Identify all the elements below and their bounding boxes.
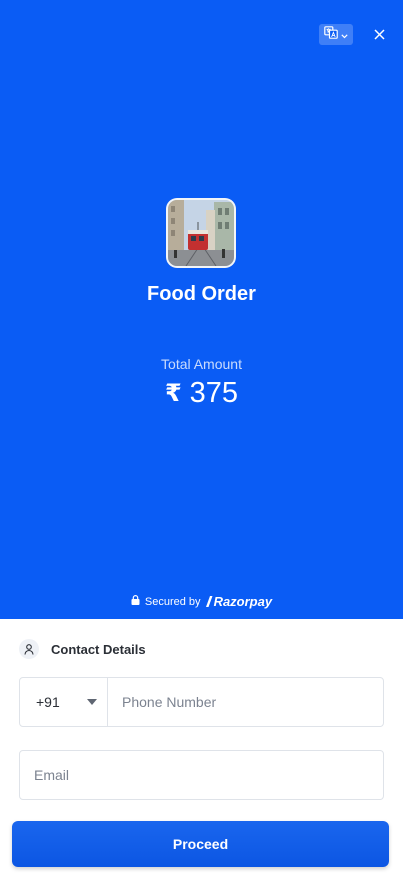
razorpay-logo: Razorpay — [205, 594, 273, 609]
merchant-logo — [166, 198, 236, 268]
language-button[interactable] — [319, 24, 353, 45]
contact-details-header: Contact Details — [19, 639, 146, 659]
country-code-value: +91 — [36, 694, 60, 710]
secured-text: Secured by — [144, 595, 201, 608]
razorpay-mark-icon — [205, 596, 213, 607]
translate-icon — [324, 25, 338, 44]
phone-field: +91 — [19, 677, 384, 727]
email-field — [19, 750, 384, 800]
lock-icon — [131, 595, 140, 608]
amount-label: Total Amount — [161, 356, 242, 372]
user-icon — [19, 639, 39, 659]
amount-value: 375 — [189, 377, 239, 409]
secured-badge: Secured by Razorpay — [0, 594, 403, 609]
merchant-name: Food Order — [147, 283, 256, 305]
checkout-header: Food Order Total Amount ₹ 375 Secured by… — [0, 0, 403, 619]
close-icon — [373, 29, 385, 40]
total-amount: ₹ 375 — [0, 377, 403, 410]
chevron-down-icon — [341, 26, 348, 44]
email-input[interactable] — [20, 751, 383, 799]
top-bar — [319, 24, 389, 45]
country-code-select[interactable]: +91 — [20, 678, 108, 726]
proceed-button[interactable]: Proceed — [12, 821, 389, 867]
contact-details-title: Contact Details — [51, 641, 146, 657]
caret-down-icon — [87, 699, 97, 705]
close-button[interactable] — [369, 25, 389, 45]
currency-symbol: ₹ — [164, 380, 182, 407]
phone-number-input[interactable] — [108, 678, 383, 726]
razorpay-brand: Razorpay — [213, 594, 273, 609]
